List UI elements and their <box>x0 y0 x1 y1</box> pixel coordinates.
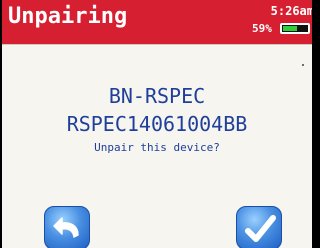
confirm-button[interactable] <box>236 206 282 248</box>
back-arrow-icon <box>53 217 79 238</box>
unpair-prompt: Unpair this device? <box>94 141 220 154</box>
checkmark-icon <box>245 215 276 242</box>
device-frame: Unpairing 5:26am 59% BN-RSPEC RSPEC14061… <box>0 0 320 248</box>
page-title: Unpairing <box>8 4 128 29</box>
status-area: 5:26am 59% <box>252 2 312 42</box>
back-button[interactable] <box>44 206 90 248</box>
screen-speck <box>302 64 304 66</box>
clock: 5:26am <box>270 4 312 18</box>
device-screen: Unpairing 5:26am 59% BN-RSPEC RSPEC14061… <box>2 0 312 248</box>
battery-icon <box>280 23 310 34</box>
device-model: BN-RSPEC <box>108 84 206 108</box>
battery-fill <box>283 26 298 31</box>
battery-percent: 59% <box>252 22 272 35</box>
header-divider <box>2 44 312 45</box>
device-serial: RSPEC14061004BB <box>66 112 248 136</box>
header-bar: Unpairing 5:26am 59% <box>2 0 312 44</box>
